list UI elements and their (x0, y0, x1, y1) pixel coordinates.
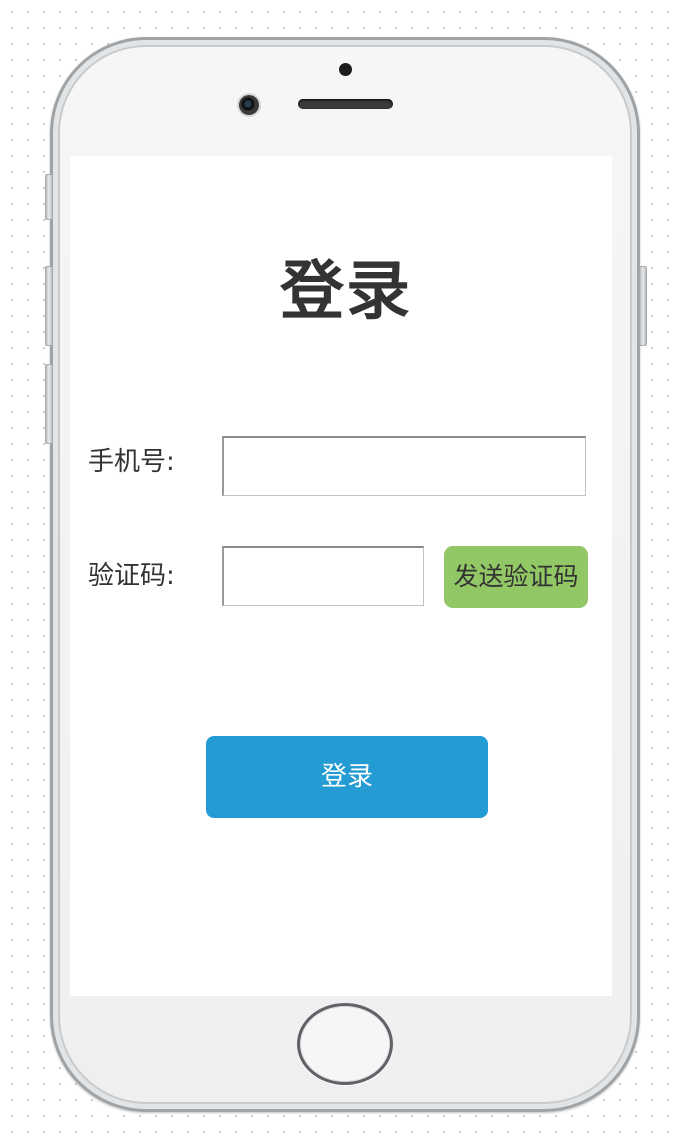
home-button-icon[interactable] (297, 1003, 393, 1085)
earpiece-speaker-icon (298, 99, 393, 109)
screen: 登录 手机号: 验证码: 发送验证码 登录 (70, 156, 612, 996)
phone-input[interactable] (222, 436, 586, 496)
login-button[interactable]: 登录 (206, 736, 488, 818)
code-input[interactable] (222, 546, 424, 606)
code-label: 验证码: (88, 561, 175, 591)
mute-switch (45, 174, 53, 220)
page-title: 登录 (280, 255, 412, 329)
volume-down-button (45, 364, 53, 444)
send-code-button[interactable]: 发送验证码 (444, 546, 588, 608)
power-button (639, 266, 647, 346)
phone-label: 手机号: (88, 447, 175, 477)
proximity-sensor-icon (339, 63, 352, 76)
front-camera-icon (239, 95, 259, 115)
volume-up-button (45, 266, 53, 346)
